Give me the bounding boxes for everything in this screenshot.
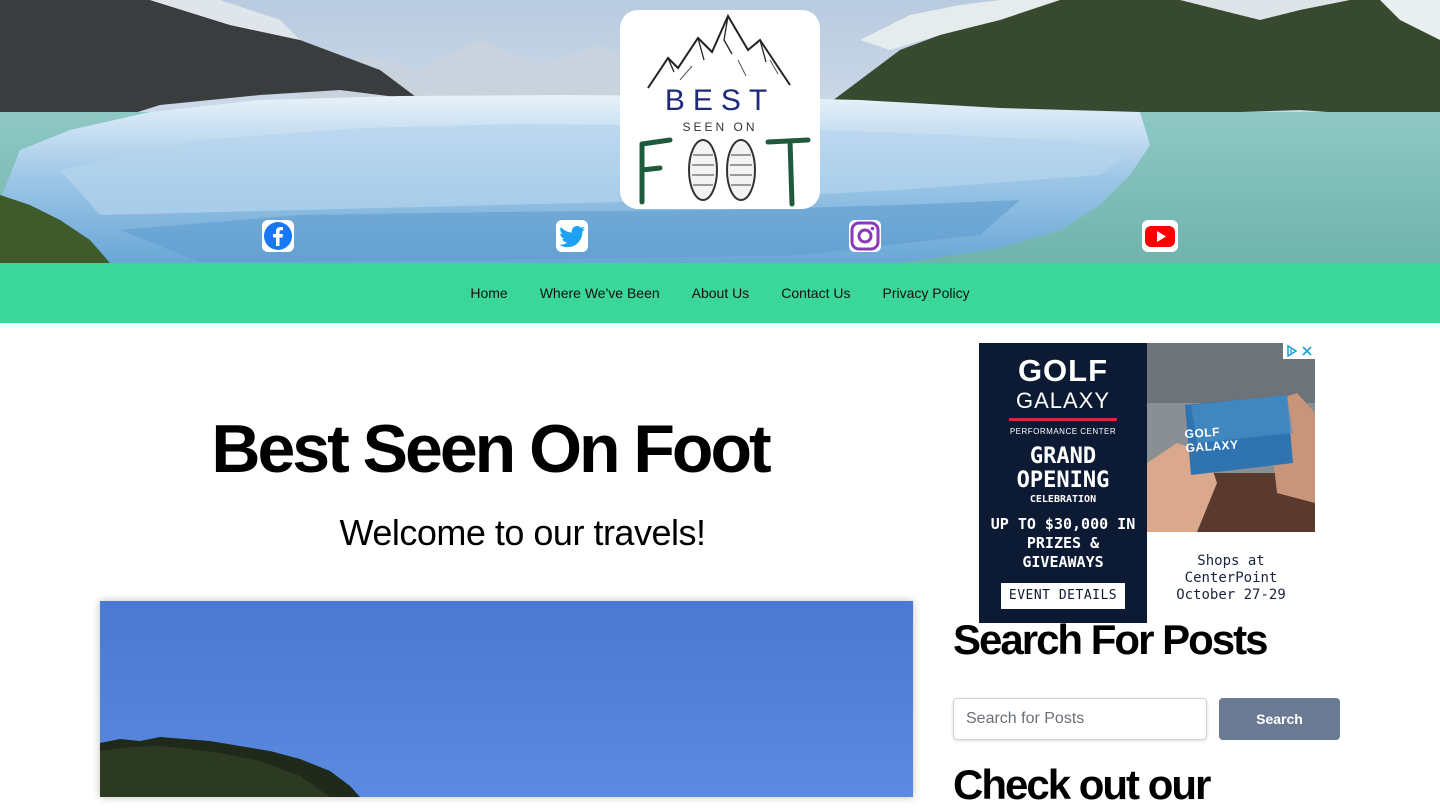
ad-headline-sub: CELEBRATION [1029, 494, 1097, 505]
nav-contact-us[interactable]: Contact Us [781, 285, 850, 301]
logo-best-text: BEST [664, 84, 776, 117]
search-heading: Search For Posts [953, 616, 1268, 663]
logo-seen-on-text: SEEN ON [682, 120, 758, 134]
twitter-icon [556, 220, 588, 252]
ad-location: Shops at CenterPoint October 27-29 [1147, 553, 1315, 604]
ad-subtitle: PERFORMANCE CENTER [1009, 427, 1117, 436]
check-out-heading: Check out our [953, 761, 1211, 808]
main-navigation: Home Where We've Been About Us Contact U… [0, 263, 1440, 323]
ad-brand-golf: GOLF [1017, 353, 1109, 388]
landscape-photo [100, 601, 913, 797]
featured-post-image[interactable] [100, 601, 913, 797]
ad-choices[interactable] [1283, 343, 1315, 359]
nav-home[interactable]: Home [470, 285, 507, 301]
youtube-link[interactable] [1142, 220, 1178, 252]
site-tagline: Welcome to our travels! [339, 512, 706, 553]
ad-event-details-button[interactable]: EVENT DETAILS [1001, 583, 1125, 609]
ad-location-line2: CenterPoint [1184, 570, 1278, 586]
ad-dates: October 27-29 [1176, 587, 1286, 603]
ad-choices-icon [1287, 344, 1312, 358]
ad-prizes: UP TO $30,000 IN PRIZES & GIVEAWAYS [990, 515, 1136, 571]
search-input[interactable] [953, 698, 1207, 740]
ad-left-panel: GOLF GALAXY PERFORMANCE CENTER GRAND OPE… [979, 343, 1147, 623]
ad-divider [1009, 418, 1117, 421]
site-header: BEST SEEN ON [0, 0, 1440, 263]
twitter-link[interactable] [556, 220, 588, 252]
facebook-icon [262, 220, 294, 252]
search-button[interactable]: Search [1219, 698, 1340, 740]
site-logo[interactable]: BEST SEEN ON [620, 10, 820, 209]
nav-where-weve-been[interactable]: Where We've Been [540, 285, 660, 301]
instagram-link[interactable] [849, 220, 881, 252]
instagram-icon [849, 220, 881, 252]
facebook-link[interactable] [262, 220, 294, 252]
golf-galaxy-advertisement[interactable]: GOLF GALAXY PERFORMANCE CENTER GRAND OPE… [979, 343, 1315, 623]
site-title: Best Seen On Foot [211, 411, 771, 487]
ad-location-line1: Shops at [1197, 553, 1265, 569]
youtube-icon [1142, 220, 1178, 252]
ad-headline: GRAND OPENING [1016, 444, 1110, 493]
nav-privacy-policy[interactable]: Privacy Policy [882, 285, 969, 301]
nav-about-us[interactable]: About Us [692, 285, 750, 301]
ad-brand-galaxy: GALAXY [1015, 388, 1111, 413]
